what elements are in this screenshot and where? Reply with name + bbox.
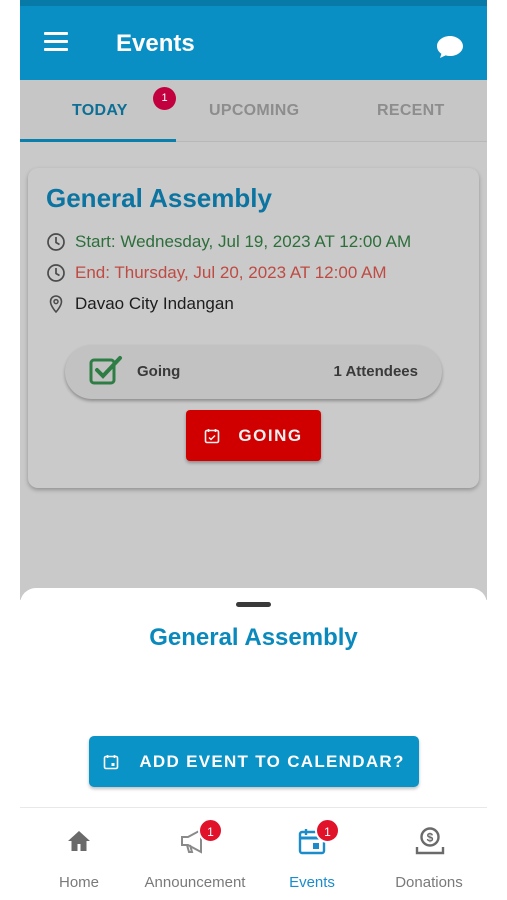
calendar-icon	[104, 754, 119, 769]
nav-events[interactable]: 1 Events	[270, 808, 354, 900]
tab-recent[interactable]: RECENT	[377, 102, 445, 120]
hamburger-menu-icon[interactable]	[44, 32, 70, 54]
going-button-label: GOING	[238, 425, 303, 445]
nav-home[interactable]: Home	[38, 808, 120, 900]
event-end-row: End: Thursday, Jul 20, 2023 AT 12:00 AM	[46, 261, 387, 285]
announcement-badge: 1	[198, 818, 223, 843]
tab-upcoming[interactable]: UPCOMING	[209, 102, 299, 120]
add-to-calendar-button[interactable]: ADD EVENT TO CALENDAR?	[89, 736, 419, 787]
nav-events-label: Events	[289, 874, 335, 891]
tab-today[interactable]: TODAY	[72, 102, 128, 120]
going-status-label: Going	[137, 363, 181, 380]
event-start-row: Start: Wednesday, Jul 19, 2023 AT 12:00 …	[46, 230, 411, 254]
going-button[interactable]: GOING	[186, 410, 321, 461]
nav-donations[interactable]: $ Donations	[380, 808, 478, 900]
nav-announcement-label: Announcement	[144, 874, 246, 891]
home-icon	[68, 831, 90, 851]
page-title: Events	[116, 30, 195, 57]
event-start-text: Start: Wednesday, Jul 19, 2023 AT 12:00 …	[75, 232, 412, 251]
events-content: TODAY 1 UPCOMING RECENT General Assembly…	[20, 80, 487, 600]
event-end-text: End: Thursday, Jul 20, 2023 AT 12:00 AM	[75, 263, 387, 282]
nav-home-label: Home	[58, 874, 99, 891]
tab-bar: TODAY 1 UPCOMING RECENT	[20, 80, 487, 142]
tab-indicator	[20, 139, 176, 142]
donation-icon: $	[415, 827, 445, 855]
sheet-grabber[interactable]	[236, 602, 271, 607]
bottom-navigation: Home 1 Announcement 1 Events $ Donations	[20, 807, 487, 900]
bottom-sheet: General Assembly ADD EVENT TO CALENDAR?	[20, 588, 487, 808]
nav-announcement[interactable]: 1 Announcement	[135, 808, 255, 900]
add-to-calendar-label: ADD EVENT TO CALENDAR?	[139, 751, 405, 771]
attendees-count: 1 Attendees	[333, 363, 418, 380]
app-bar: Events	[20, 0, 487, 80]
clock-icon	[47, 264, 65, 282]
sheet-title: General Assembly	[149, 624, 358, 651]
event-card[interactable]: General Assembly Start: Wednesday, Jul 1…	[28, 168, 479, 488]
phone-screen: Events TODAY 1 UPCOMING RECENT General A…	[20, 0, 487, 900]
event-location-row: Davao City Indangan	[46, 292, 234, 316]
events-badge: 1	[315, 818, 340, 843]
calendar-check-icon	[205, 428, 220, 443]
location-pin-icon	[49, 295, 63, 314]
event-location-text: Davao City Indangan	[75, 294, 234, 313]
attendance-pill[interactable]: Going 1 Attendees	[65, 345, 442, 399]
event-title: General Assembly	[46, 183, 272, 213]
nav-donations-label: Donations	[395, 874, 463, 891]
today-badge: 1	[153, 87, 176, 110]
check-icon	[89, 356, 122, 385]
svg-text:$: $	[427, 831, 434, 845]
chat-bubble-icon[interactable]	[435, 34, 465, 60]
clock-icon	[47, 233, 65, 251]
